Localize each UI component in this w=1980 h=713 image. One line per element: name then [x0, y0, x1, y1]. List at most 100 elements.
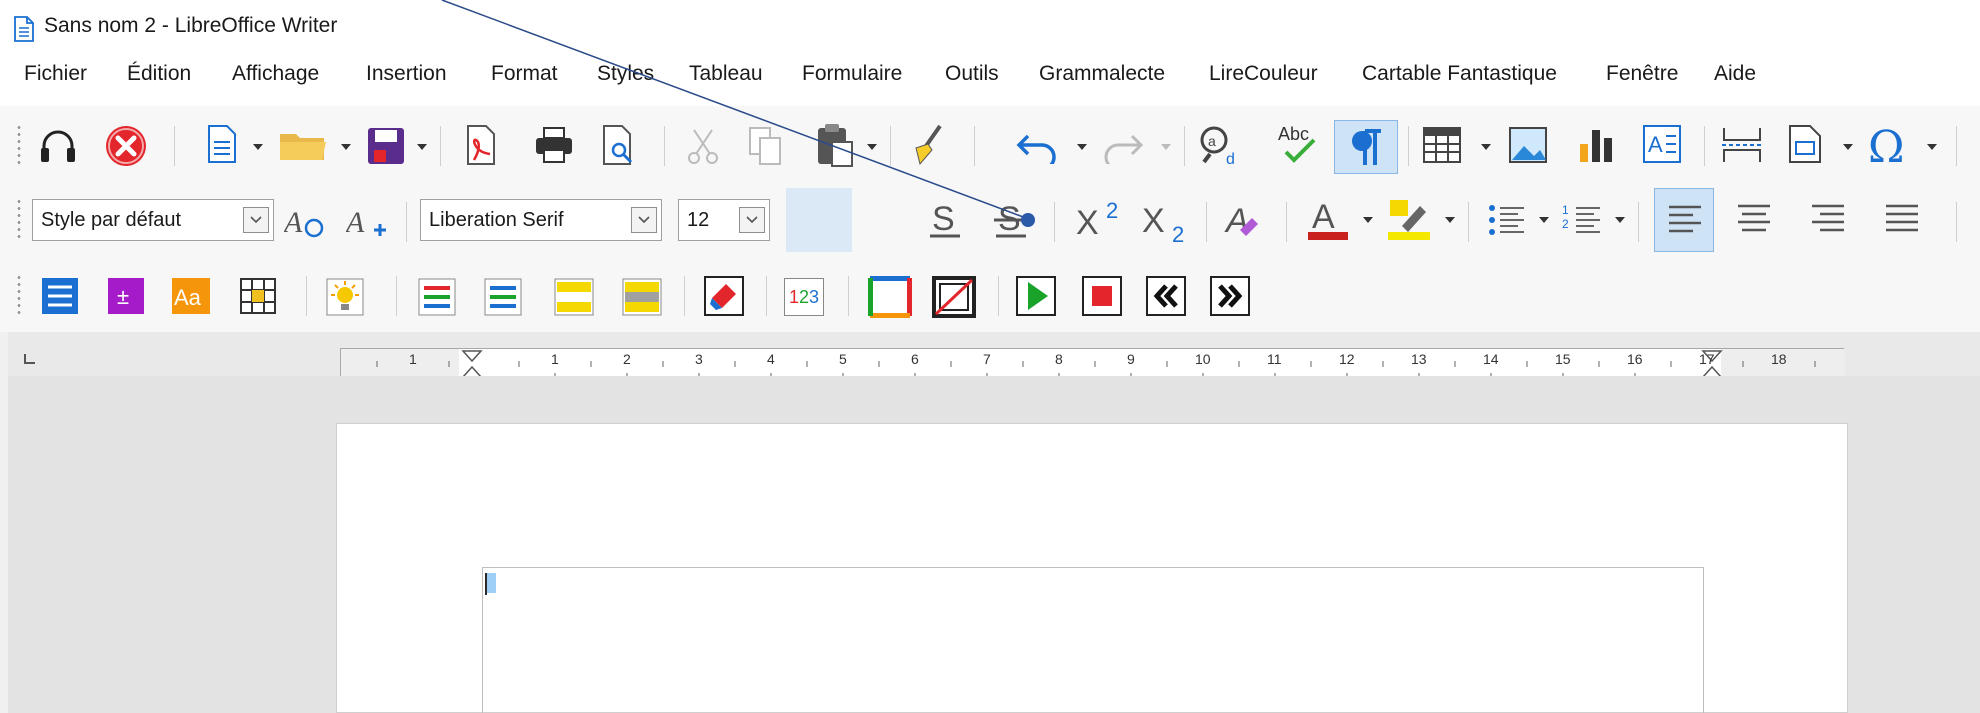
- insert-field-icon[interactable]: [1788, 124, 1822, 164]
- chevron-down-icon[interactable]: [1614, 216, 1626, 224]
- strikethrough-icon[interactable]: S: [992, 200, 1032, 240]
- menu-tableau[interactable]: Tableau: [689, 62, 763, 86]
- highlighted-button-area[interactable]: [786, 188, 852, 252]
- menu-lirecouleur[interactable]: LireCouleur: [1209, 62, 1318, 86]
- insert-textbox-icon[interactable]: A: [1642, 124, 1682, 164]
- close-red-icon[interactable]: [104, 124, 148, 168]
- text-area-boundary[interactable]: [482, 567, 1704, 713]
- export-pdf-icon[interactable]: [464, 124, 500, 166]
- formatting-marks-toggle[interactable]: [1334, 120, 1398, 174]
- menu-cartable-fantastique[interactable]: Cartable Fantastique: [1362, 62, 1557, 86]
- font-name-dropdown-button[interactable]: [631, 207, 657, 233]
- previous-icon[interactable]: [1146, 276, 1186, 316]
- menu-outils[interactable]: Outils: [945, 62, 999, 86]
- open-folder-icon[interactable]: [278, 128, 328, 164]
- font-size-combo[interactable]: 12: [678, 199, 770, 241]
- next-icon[interactable]: [1210, 276, 1250, 316]
- font-size-dropdown-button[interactable]: [739, 207, 765, 233]
- menu-formulaire[interactable]: Formulaire: [802, 62, 902, 86]
- menu-fenetre[interactable]: Fenêtre: [1606, 62, 1678, 86]
- menu-styles[interactable]: Styles: [597, 62, 654, 86]
- chevron-down-icon[interactable]: [1362, 216, 1374, 224]
- chevron-down-icon[interactable]: [1160, 143, 1172, 151]
- align-left-toggle[interactable]: [1654, 188, 1714, 252]
- yellow-lines-icon[interactable]: [554, 278, 594, 316]
- menu-grammalecte[interactable]: Grammalecte: [1039, 62, 1165, 86]
- menu-fichier[interactable]: Fichier: [24, 62, 87, 86]
- undo-icon[interactable]: [1016, 130, 1060, 164]
- highlight-color-icon[interactable]: [1386, 196, 1432, 242]
- align-center-icon[interactable]: [1736, 202, 1772, 236]
- menu-affichage[interactable]: Affichage: [232, 62, 319, 86]
- align-right-icon[interactable]: [1810, 202, 1846, 236]
- headphones-icon[interactable]: [38, 128, 78, 164]
- justify-icon[interactable]: [1884, 202, 1920, 236]
- insert-page-break-icon[interactable]: [1720, 126, 1764, 164]
- superscript-icon[interactable]: X 2: [1074, 198, 1126, 240]
- insert-table-icon[interactable]: [1422, 126, 1462, 164]
- menu-edition[interactable]: Édition: [127, 62, 191, 86]
- chevron-down-icon[interactable]: [1538, 216, 1550, 224]
- ruler-label: 17: [1699, 351, 1715, 367]
- menu-format[interactable]: Format: [491, 62, 558, 86]
- special-character-icon[interactable]: Ω: [1866, 124, 1912, 168]
- chevron-down-icon[interactable]: [866, 143, 878, 151]
- toolbar-grip[interactable]: [16, 274, 22, 318]
- toolbar-grip[interactable]: [16, 124, 22, 168]
- unordered-list-icon[interactable]: [1486, 202, 1526, 238]
- stop-icon[interactable]: [1082, 276, 1122, 316]
- eraser-icon[interactable]: [704, 276, 744, 316]
- chevron-down-icon[interactable]: [1926, 143, 1938, 151]
- print-preview-icon[interactable]: [602, 124, 636, 166]
- menu-aide[interactable]: Aide: [1714, 62, 1756, 86]
- blue-green-lines-icon[interactable]: [484, 278, 522, 316]
- find-replace-icon[interactable]: a d: [1198, 124, 1244, 166]
- save-icon[interactable]: [366, 126, 406, 166]
- multicolor-lines-icon[interactable]: [418, 278, 456, 316]
- grid-table-icon[interactable]: [240, 278, 276, 314]
- color-frame-icon[interactable]: [868, 276, 912, 318]
- chevron-down-icon[interactable]: [1480, 143, 1492, 151]
- yellow-grey-lines-icon[interactable]: [622, 278, 662, 316]
- redo-icon[interactable]: [1100, 130, 1144, 164]
- chevron-down-icon[interactable]: [1076, 143, 1088, 151]
- paste-icon[interactable]: [816, 122, 856, 168]
- tab-stop-icon[interactable]: [24, 354, 36, 364]
- chevron-down-icon[interactable]: [1444, 216, 1456, 224]
- paragraph-style-dropdown-button[interactable]: [243, 207, 269, 233]
- spelling-icon[interactable]: Abc: [1276, 122, 1320, 166]
- update-style-icon[interactable]: A: [284, 204, 326, 240]
- remove-frame-icon[interactable]: [932, 276, 976, 318]
- chevron-down-icon[interactable]: [416, 143, 428, 151]
- plus-minus-icon[interactable]: ±: [108, 278, 144, 314]
- new-style-icon[interactable]: A: [346, 204, 388, 240]
- blue-lines-icon[interactable]: [42, 278, 78, 314]
- ruler-label: 7: [983, 351, 991, 367]
- number-color-icon[interactable]: 123: [784, 278, 824, 316]
- copy-icon[interactable]: [748, 126, 784, 166]
- font-style-icon[interactable]: Aa: [172, 278, 210, 314]
- play-icon[interactable]: [1016, 276, 1056, 316]
- separator: [684, 276, 685, 316]
- insert-image-icon[interactable]: [1508, 126, 1548, 164]
- chevron-down-icon[interactable]: [1842, 143, 1854, 151]
- cut-icon[interactable]: [686, 128, 720, 164]
- horizontal-ruler[interactable]: 1 1 2 3 4 5 6 7 8 9 10 11 12 13 14 15 16…: [340, 348, 1845, 379]
- font-name-combo[interactable]: Liberation Serif: [420, 199, 662, 241]
- paragraph-style-combo[interactable]: Style par défaut: [32, 199, 274, 241]
- shadow-icon[interactable]: S: [926, 200, 966, 240]
- chevron-down-icon[interactable]: [252, 143, 264, 151]
- ruler-label: 5: [839, 351, 847, 367]
- font-color-icon[interactable]: A: [1306, 196, 1350, 242]
- clear-formatting-icon[interactable]: A: [1222, 198, 1264, 242]
- clone-formatting-icon[interactable]: [912, 124, 948, 166]
- toolbar-grip[interactable]: [16, 198, 22, 242]
- new-document-icon[interactable]: [207, 124, 237, 164]
- menu-insertion[interactable]: Insertion: [366, 62, 447, 86]
- idea-bulb-icon[interactable]: [326, 278, 364, 316]
- ordered-list-icon[interactable]: 1 2: [1562, 200, 1602, 240]
- chevron-down-icon[interactable]: [340, 143, 352, 151]
- subscript-icon[interactable]: X 2: [1140, 198, 1192, 244]
- insert-chart-icon[interactable]: [1576, 126, 1616, 164]
- print-icon[interactable]: [534, 126, 574, 164]
